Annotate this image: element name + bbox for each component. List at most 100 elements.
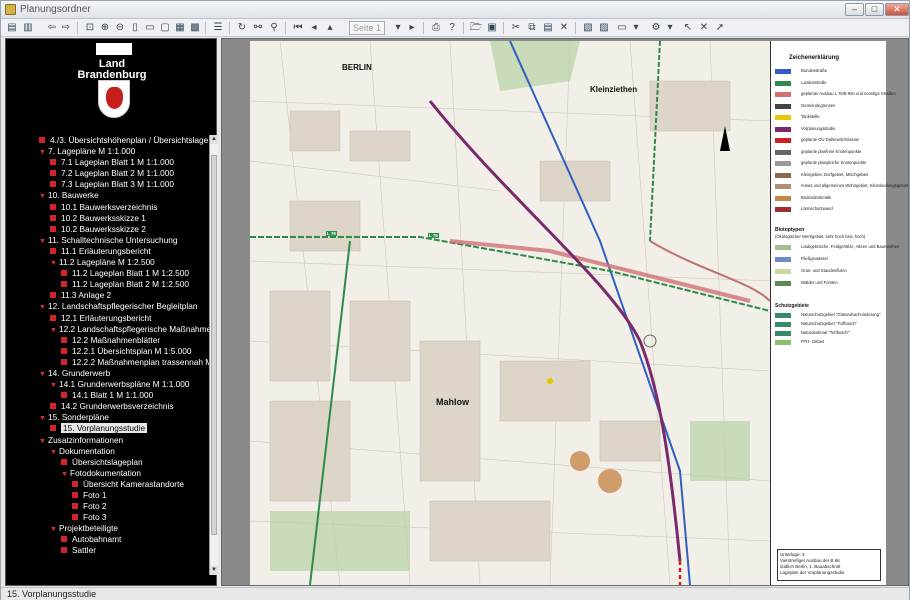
document-page: BERLIN Kleinziethen Mahlow L 76 L 76 Zei… [250, 41, 908, 585]
maximize-button[interactable]: □ [865, 3, 884, 16]
page-view-icon[interactable]: ▯ [128, 21, 142, 35]
first-page-icon[interactable]: ⏮ [291, 21, 305, 35]
page-down-icon[interactable]: ▾ [391, 21, 405, 35]
legend-label: Kleingebiet, Dorfgebiet, Mischgebiet [801, 171, 869, 177]
tree-document-item[interactable]: 14.2 Grunderwerbsverzeichnis [6, 401, 210, 412]
shape-dropdown-icon[interactable]: ▾ [629, 21, 643, 35]
tree-document-item[interactable]: 12.2 Maßnahmenblätter [6, 335, 210, 346]
two-page-icon[interactable]: ▭ [143, 21, 157, 35]
stamp-dropdown-icon[interactable]: ▾ [663, 21, 677, 35]
pointer-icon[interactable]: ➚ [713, 21, 727, 35]
document-view[interactable]: BERLIN Kleinziethen Mahlow L 76 L 76 Zei… [221, 38, 909, 586]
scroll-thumb[interactable] [211, 155, 217, 535]
tree-document-item[interactable]: Übersicht Kamerastandorte [6, 479, 210, 490]
delete-icon[interactable]: ✕ [557, 21, 571, 35]
tree-folder-item[interactable]: ▼ 15. Sonderpläne [6, 412, 210, 423]
scroll-up-arrow-icon[interactable]: ▲ [210, 135, 218, 144]
tree-folder-item[interactable]: ▼ 12. Landschaftspflegerischer Begleitpla… [6, 301, 210, 312]
tree-folder-item[interactable]: ▼ Zusatzinformationen [6, 435, 210, 446]
fit-page-icon[interactable]: ⊡ [83, 21, 97, 35]
tree-item-label: 12. Landschaftspflegerischer Begleitplan [48, 301, 198, 312]
map-label-berlin: BERLIN [342, 63, 372, 72]
tree-document-item[interactable]: 15. Vorplanungsstudie [6, 423, 210, 434]
legend-label: geplante OU Dahlewitz/Glasow [801, 137, 859, 142]
tree-document-item[interactable]: 11.2 Lageplan Blatt 1 M 1:2.500 [6, 268, 210, 279]
document-bullet-icon [61, 392, 67, 399]
tree-document-item[interactable]: 12.2.1 Übersichtsplan M 1:5.000 [6, 346, 210, 357]
sidebar-toggle-icon[interactable]: ▤ [5, 21, 19, 35]
document-bullet-icon [61, 536, 67, 543]
print-icon[interactable]: ⎙ [429, 21, 443, 35]
tree-folder-item[interactable]: ▼ 7. Lagepläne M 1:1.000 [6, 146, 210, 157]
tree-document-item[interactable]: 7.2 Lageplan Blatt 2 M 1:1.000 [6, 168, 210, 179]
paste-icon[interactable]: ▤ [541, 21, 555, 35]
tree-folder-item[interactable]: ▼ 11.2 Lagepläne M 1:2.500 [6, 257, 210, 268]
stamp-icon[interactable]: ⚙ [649, 21, 663, 35]
scroll-down-arrow-icon[interactable]: ▼ [210, 566, 218, 575]
tree-document-item[interactable]: 4./3. Übersichtshöhenplan / Übersichtsla… [6, 135, 210, 146]
tree-folder-item[interactable]: ▼ 10. Bauwerke [6, 190, 210, 201]
markup-icon[interactable]: ▨ [597, 21, 611, 35]
shape-tool-icon[interactable]: ▭ [615, 21, 629, 35]
map-plan[interactable]: BERLIN Kleinziethen Mahlow L 76 L 76 [250, 41, 770, 585]
tree-item-label: 7.2 Lageplan Blatt 2 M 1:1.000 [61, 168, 175, 179]
text-tool-icon[interactable]: ▧ [581, 21, 595, 35]
tree-document-item[interactable]: Übersichtslageplan [6, 457, 210, 468]
tree-document-item[interactable]: Foto 1 [6, 490, 210, 501]
tree-document-item[interactable]: Sattler [6, 545, 210, 556]
page-number-field[interactable]: Seite 1 [349, 21, 385, 35]
tree-vertical-scrollbar[interactable]: ▲ ▼ [209, 135, 218, 575]
tree-document-item[interactable]: 10.2 Bauwerksskizze 1 [6, 213, 210, 224]
find-next-icon[interactable]: ⚲ [267, 21, 281, 35]
help-icon[interactable]: ? [445, 21, 459, 35]
tree-document-item[interactable]: 11.1 Erläuterungsbericht [6, 246, 210, 257]
tree-folder-item[interactable]: ▼ 11. Schalltechnische Untersuchung [6, 235, 210, 246]
save-icon[interactable]: ▣ [485, 21, 499, 35]
prev-page-icon[interactable]: ◂ [307, 21, 321, 35]
tree-folder-item[interactable]: ▼ Fotodokumentation [6, 468, 210, 479]
minimize-button[interactable]: – [845, 3, 864, 16]
tree-document-item[interactable]: 10.2 Bauwerksskizze 2 [6, 224, 210, 235]
tree-document-item[interactable]: Foto 2 [6, 501, 210, 512]
book-icon[interactable]: ▥ [21, 21, 35, 35]
rotate-icon[interactable]: ↻ [235, 21, 249, 35]
tree-folder-item[interactable]: ▼ Projektbeteiligte [6, 523, 210, 534]
tree-document-item[interactable]: 7.1 Lageplan Blatt 1 M 1:1.000 [6, 157, 210, 168]
select-pointer-icon[interactable]: ↖ [681, 21, 695, 35]
cut-icon[interactable]: ✂ [509, 21, 523, 35]
tree-document-item[interactable]: Foto 3 [6, 512, 210, 523]
tree-document-item[interactable]: 10.1 Bauwerksverzeichnis [6, 202, 210, 213]
document-bullet-icon [72, 480, 78, 487]
tree-document-item[interactable]: 14.1 Blatt 1 M 1:1.000 [6, 390, 210, 401]
tree-document-item[interactable]: Autobahnamt [6, 534, 210, 545]
tree-item-label: 15. Sonderpläne [48, 412, 109, 423]
tree-folder-item[interactable]: ▼ Dokumentation [6, 446, 210, 457]
tree-document-item[interactable]: 11.3 Anlage 2 [6, 290, 210, 301]
layers-icon[interactable]: ☰ [211, 21, 225, 35]
toolbar-separator [423, 22, 424, 34]
page-up-icon[interactable]: ▴ [323, 21, 337, 35]
fit-width-icon[interactable]: ▢ [158, 21, 172, 35]
tree-folder-item[interactable]: ▼ 14. Grunderwerb [6, 368, 210, 379]
tree-document-item[interactable]: 7.3 Lageplan Blatt 3 M 1:1.000 [6, 179, 210, 190]
open-folder-icon[interactable]: 🗁 [469, 21, 483, 35]
tree-document-item[interactable]: 12.1 Erläuterungsbericht [6, 313, 210, 324]
zoom-out-icon[interactable]: ⊖ [113, 21, 127, 35]
erase-icon[interactable]: ✕ [697, 21, 711, 35]
copy-icon[interactable]: ⧉ [525, 21, 539, 35]
grid-view-icon[interactable]: ▦ [173, 21, 187, 35]
tree-folder-item[interactable]: ▼ 14.1 Grunderwerbspläne M 1:1.000 [6, 379, 210, 390]
zoom-in-icon[interactable]: ⊕ [98, 21, 112, 35]
legend-symbol-icon [775, 69, 791, 74]
thumbnail-icon[interactable]: ▩ [188, 21, 202, 35]
document-bullet-icon [61, 458, 67, 465]
back-arrow-icon[interactable]: ⇦ [45, 21, 59, 35]
find-binoculars-icon[interactable]: ⚯ [251, 21, 265, 35]
next-page-icon[interactable]: ▸ [405, 21, 419, 35]
tree-folder-item[interactable]: ▼ 12.2 Landschaftspflegerische Maßnahmen [6, 324, 210, 335]
forward-arrow-icon[interactable]: ⇨ [59, 21, 73, 35]
tree-item-label: 4./3. Übersichtshöhenplan / Übersichtsla… [50, 135, 209, 145]
close-button[interactable]: ✕ [885, 3, 909, 16]
tree-document-item[interactable]: 12.2.2 Maßnahmenplan trassennah M [6, 357, 210, 368]
tree-document-item[interactable]: 11.2 Lageplan Blatt 2 M 1:2.500 [6, 279, 210, 290]
